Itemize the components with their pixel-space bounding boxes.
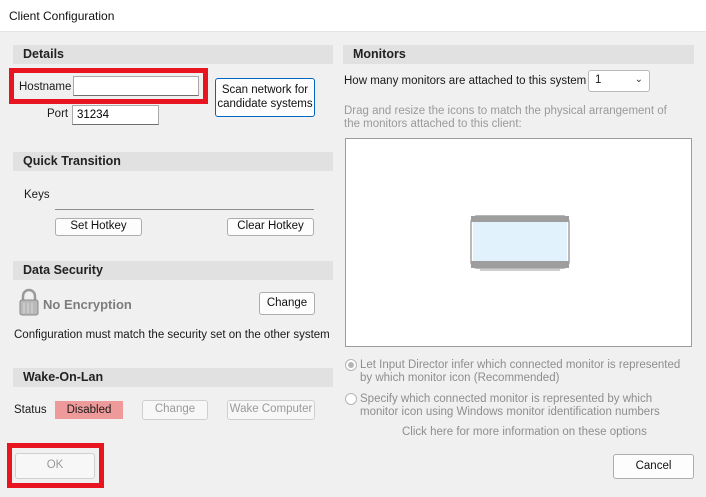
- wol-change-label: Change: [154, 403, 196, 416]
- port-input[interactable]: [72, 105, 159, 125]
- set-hotkey-button[interactable]: Set Hotkey: [55, 218, 142, 236]
- details-header: Details: [13, 45, 333, 64]
- monitor-arrangement-canvas[interactable]: [345, 138, 692, 347]
- infer-monitor-option[interactable]: Let Input Director infer which connected…: [360, 359, 690, 385]
- wake-computer-label: Wake Computer: [229, 403, 313, 416]
- monitor-instructions: Drag and resize the icons to match the p…: [344, 105, 667, 130]
- monitor-count-value: 1: [595, 74, 602, 86]
- clear-hotkey-button[interactable]: Clear Hotkey: [227, 218, 314, 236]
- hostname-input[interactable]: [73, 76, 199, 96]
- scan-network-label: Scan network for candidate systems: [217, 83, 313, 110]
- monitor-count-select[interactable]: 1 ⌄: [588, 70, 650, 92]
- security-note: Configuration must match the security se…: [14, 329, 330, 341]
- clear-hotkey-label: Clear Hotkey: [237, 220, 304, 233]
- ok-label: OK: [46, 459, 64, 472]
- lock-icon: [19, 288, 39, 316]
- specify-monitor-radio[interactable]: [345, 393, 357, 405]
- scan-network-button[interactable]: Scan network for candidate systems: [215, 78, 315, 117]
- monitors-header: Monitors: [343, 45, 694, 64]
- wol-status-badge: Disabled: [55, 401, 123, 419]
- security-change-label: Change: [266, 296, 308, 309]
- encryption-status: No Encryption: [43, 297, 132, 312]
- port-label: Port: [47, 108, 69, 120]
- hostname-label: Hostname: [19, 81, 72, 93]
- cancel-button[interactable]: Cancel: [613, 454, 694, 479]
- window-title: Client Configuration: [9, 9, 115, 23]
- set-hotkey-label: Set Hotkey: [70, 220, 127, 233]
- ok-button[interactable]: OK: [15, 453, 95, 479]
- keys-field-underline: [55, 209, 314, 210]
- security-change-button[interactable]: Change: [259, 292, 315, 315]
- wol-change-button[interactable]: Change: [142, 400, 208, 420]
- quick-transition-header: Quick Transition: [13, 152, 333, 171]
- keys-label: Keys: [24, 189, 50, 201]
- wol-status-label: Status: [14, 404, 47, 416]
- wake-computer-button[interactable]: Wake Computer: [227, 400, 315, 420]
- monitor-icon[interactable]: [470, 215, 570, 273]
- cancel-label: Cancel: [635, 459, 672, 472]
- wake-on-lan-header: Wake-On-Lan: [13, 368, 333, 387]
- data-security-header: Data Security: [13, 261, 333, 280]
- specify-monitor-option[interactable]: Specify which connected monitor is repre…: [360, 393, 690, 419]
- monitor-options-info-link[interactable]: Click here for more information on these…: [402, 426, 647, 438]
- infer-monitor-radio[interactable]: [345, 359, 357, 371]
- monitor-count-label: How many monitors are attached to this s…: [344, 75, 587, 87]
- chevron-down-icon: ⌄: [634, 74, 643, 85]
- title-bar: Client Configuration: [0, 0, 706, 32]
